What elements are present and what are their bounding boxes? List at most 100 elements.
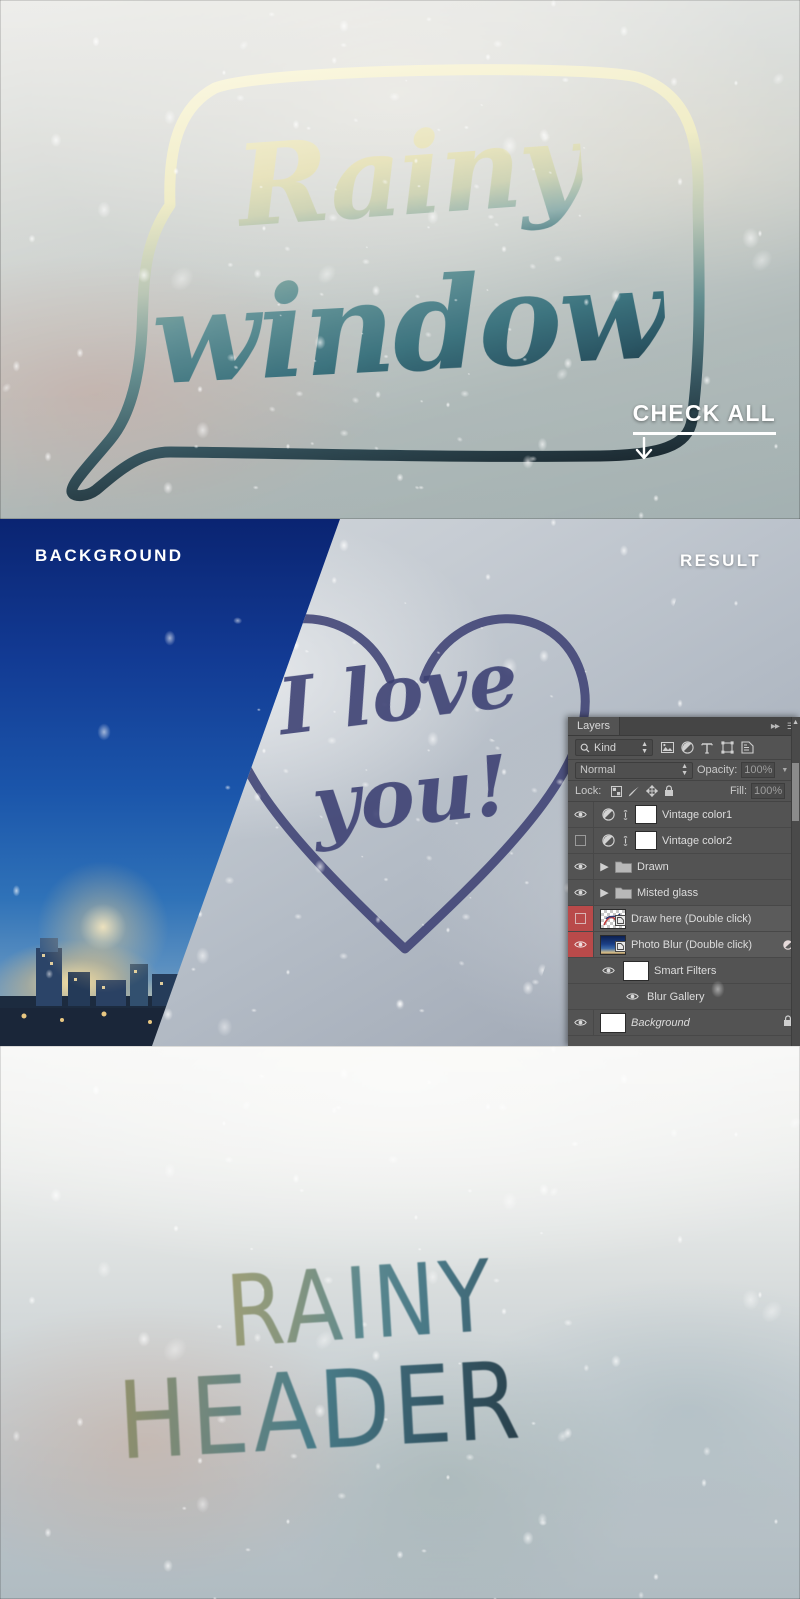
smart-object-badge-icon: [615, 914, 626, 929]
layers-panel[interactable]: Layers ▸▸ ☰ Kind ▲▼: [568, 717, 800, 1047]
layer-visibility-toggle[interactable]: [568, 906, 594, 931]
layer-name[interactable]: Misted glass: [637, 887, 698, 899]
lock-image-pixels-icon[interactable]: [628, 786, 640, 797]
pixel-layer-filter-icon[interactable]: [657, 738, 677, 758]
layer-row-misted-glass[interactable]: ▶ Misted glass: [568, 880, 800, 906]
eye-hidden-icon: [575, 913, 586, 924]
layer-row-content: Vintage color2: [594, 828, 800, 853]
layer-row-draw-here[interactable]: Draw here (Double click): [568, 906, 800, 932]
group-expand-chevron-icon[interactable]: ▶: [600, 886, 609, 899]
opacity-value[interactable]: 100%: [741, 762, 776, 778]
blur-gallery-visibility-toggle[interactable]: [568, 984, 594, 1009]
smart-filter-mask-thumbnail[interactable]: [623, 960, 649, 981]
layers-list: Vintage color1 Vintage color2 ▶ Drawn ▶ …: [568, 802, 800, 1036]
layer-name[interactable]: Photo Blur (Double click): [631, 939, 752, 951]
hero-preview-section: Rainy window CHECK ALL: [0, 0, 800, 519]
blend-mode-value: Normal: [580, 764, 616, 776]
layer-row-content: ▶ Misted glass: [594, 880, 800, 905]
layer-mask-link-icon[interactable]: [621, 835, 630, 847]
shape-layer-filter-icon[interactable]: [717, 738, 737, 758]
layer-row-background[interactable]: Background: [568, 1010, 800, 1036]
layer-thumbnail[interactable]: [600, 934, 626, 955]
lock-position-icon[interactable]: [646, 785, 659, 797]
adjustment-layer-icon: [600, 808, 616, 821]
eye-icon: [574, 941, 587, 948]
layer-visibility-toggle[interactable]: [568, 828, 594, 853]
type-layer-filter-icon[interactable]: [697, 738, 717, 758]
eye-icon: [574, 863, 587, 870]
tab-layers[interactable]: Layers: [568, 717, 621, 735]
tab-layers-label: Layers: [577, 720, 611, 732]
layer-mask-thumbnail[interactable]: [635, 831, 657, 850]
layers-scrollbar[interactable]: ▲: [791, 717, 800, 1047]
double-chevron-right-icon[interactable]: ▸▸: [767, 717, 783, 735]
smart-object-filter-icon[interactable]: [737, 738, 757, 758]
adjustment-layer-filter-icon[interactable]: [677, 738, 697, 758]
eye-icon: [574, 889, 587, 896]
footer-word-2: HEADER: [115, 1338, 527, 1485]
layer-visibility-toggle[interactable]: [568, 932, 594, 957]
lock-all-icon[interactable]: [664, 785, 674, 797]
layer-name[interactable]: Vintage color2: [662, 835, 732, 847]
layer-thumbnail[interactable]: [600, 908, 626, 929]
lock-transparent-pixels-icon[interactable]: [611, 785, 623, 797]
layer-row-vintage-color1[interactable]: Vintage color1: [568, 802, 800, 828]
layer-row-drawn[interactable]: ▶ Drawn: [568, 854, 800, 880]
layer-row-content: Smart Filters: [594, 958, 800, 983]
chevron-updown-icon: ▲ ▼: [681, 763, 688, 777]
lock-label: Lock:: [575, 785, 602, 797]
check-all-callout[interactable]: CHECK ALL: [632, 400, 776, 461]
smart-filters-visibility-toggle[interactable]: [568, 958, 594, 983]
layers-filter-row: Kind ▲ ▼: [568, 736, 800, 760]
layer-visibility-toggle[interactable]: [568, 854, 594, 879]
layer-name[interactable]: Vintage color1: [662, 809, 732, 821]
layer-row-content: Background: [594, 1010, 800, 1035]
filter-kind-select[interactable]: Kind ▲ ▼: [575, 739, 653, 756]
opacity-stepper-icon[interactable]: ▼: [779, 767, 788, 774]
layer-name[interactable]: Draw here (Double click): [631, 913, 751, 925]
layer-row-content: Vintage color1: [594, 802, 800, 827]
filter-kind-label: Kind: [594, 741, 617, 754]
layer-mask-link-icon[interactable]: [621, 809, 630, 821]
check-all-label: CHECK ALL: [632, 400, 776, 426]
layer-visibility-toggle[interactable]: [568, 1010, 594, 1035]
layer-row-photo-blur[interactable]: Photo Blur (Double click): [568, 932, 800, 958]
layer-row-smart-filters[interactable]: Smart Filters: [568, 958, 800, 984]
eye-icon: [574, 1019, 587, 1026]
eye-icon[interactable]: [626, 992, 642, 1001]
search-icon: [580, 743, 590, 752]
blend-opacity-row: Normal ▲ ▼ Opacity: 100% ▼: [568, 760, 800, 781]
layers-panel-tabbar: Layers ▸▸ ☰: [568, 717, 800, 736]
layer-name[interactable]: Smart Filters: [654, 965, 716, 977]
layer-visibility-toggle[interactable]: [568, 802, 594, 827]
background-label: BACKGROUND: [35, 546, 184, 565]
folder-icon: [614, 860, 632, 873]
fill-value[interactable]: 100%: [751, 783, 786, 799]
layer-visibility-toggle[interactable]: [568, 880, 594, 905]
scroll-up-arrow-icon[interactable]: ▲: [792, 719, 799, 726]
layer-name[interactable]: Blur Gallery: [647, 991, 704, 1003]
layer-row-content: Photo Blur (Double click): [594, 932, 800, 957]
adjustment-layer-icon: [600, 834, 616, 847]
eye-icon[interactable]: [602, 966, 618, 975]
smart-object-badge-icon: [615, 940, 626, 955]
layer-thumbnail[interactable]: [600, 1012, 626, 1033]
lock-icons-group: [611, 785, 674, 797]
blend-mode-select[interactable]: Normal ▲ ▼: [575, 761, 693, 779]
eye-icon: [574, 811, 587, 818]
layer-mask-thumbnail[interactable]: [635, 805, 657, 824]
opacity-label: Opacity:: [697, 764, 738, 776]
street-light-flare: [28, 852, 178, 1002]
fill-label: Fill:: [729, 785, 748, 797]
tabbar-filler: [620, 717, 767, 735]
result-label: RESULT: [680, 551, 762, 570]
layer-row-vintage-color2[interactable]: Vintage color2: [568, 828, 800, 854]
scrollbar-thumb[interactable]: [792, 763, 799, 821]
group-expand-chevron-icon[interactable]: ▶: [600, 860, 609, 873]
layer-name[interactable]: Drawn: [637, 861, 669, 873]
folder-icon: [614, 886, 632, 899]
layer-row-blur-gallery[interactable]: Blur Gallery: [568, 984, 800, 1010]
layer-name[interactable]: Background: [631, 1017, 690, 1029]
layer-row-content: Blur Gallery: [594, 984, 800, 1009]
lock-fill-row: Lock: Fill: 100% ▼: [568, 781, 800, 802]
